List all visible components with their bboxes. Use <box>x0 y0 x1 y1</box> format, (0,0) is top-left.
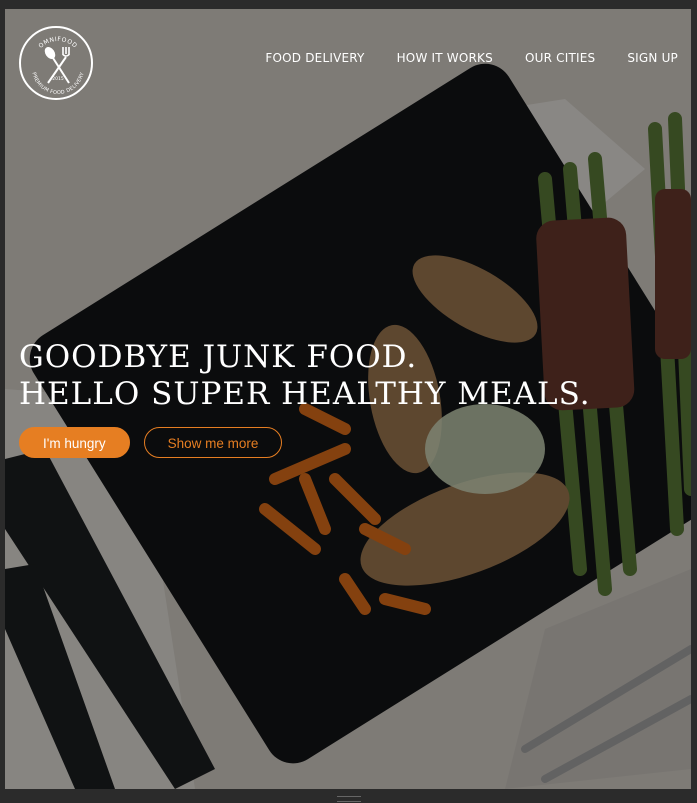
logo-top-text: OMNIFOOD <box>37 36 78 50</box>
brand-logo[interactable]: OMNIFOOD PREMIUM FOOD DELIVERY 2015 <box>19 26 93 100</box>
hero-section: OMNIFOOD PREMIUM FOOD DELIVERY 2015 FOOD… <box>5 9 691 789</box>
nav-food-delivery[interactable]: FOOD DELIVERY <box>265 51 364 65</box>
logo-bottom-text: PREMIUM FOOD DELIVERY <box>30 71 85 96</box>
svg-text:PREMIUM FOOD DELIVERY: PREMIUM FOOD DELIVERY <box>30 71 85 96</box>
hero-heading-line2: HELLO SUPER HEALTHY MEALS. <box>19 376 591 412</box>
hero-buttons: I'm hungry Show me more <box>19 427 283 458</box>
main-nav: FOOD DELIVERY HOW IT WORKS OUR CITIES SI… <box>265 51 678 65</box>
nav-how-it-works[interactable]: HOW IT WORKS <box>397 51 493 65</box>
nav-our-cities[interactable]: OUR CITIES <box>525 51 595 65</box>
hero-heading-line1: GOODBYE JUNK FOOD. <box>19 339 418 375</box>
im-hungry-button[interactable]: I'm hungry <box>19 427 130 458</box>
nav-sign-up[interactable]: SIGN UP <box>627 51 678 65</box>
resize-handle[interactable] <box>337 796 361 802</box>
svg-text:OMNIFOOD: OMNIFOOD <box>37 36 78 50</box>
show-me-more-button[interactable]: Show me more <box>143 427 283 458</box>
hero-text-box: GOODBYE JUNK FOOD. HELLO SUPER HEALTHY M… <box>19 339 591 413</box>
logo-year: 2015 <box>52 76 64 82</box>
hero-heading: GOODBYE JUNK FOOD. HELLO SUPER HEALTHY M… <box>19 339 591 413</box>
